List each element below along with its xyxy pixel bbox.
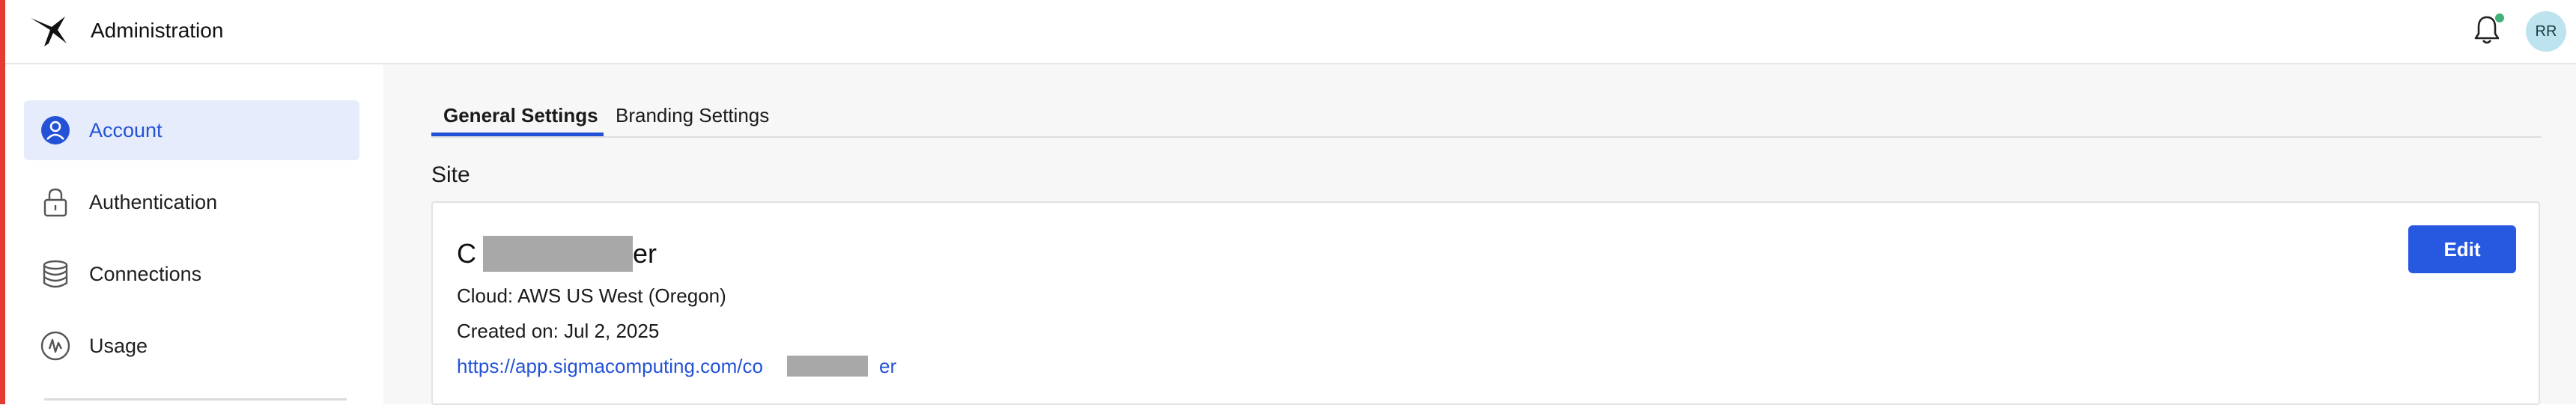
sidebar: Account Authentication Connections Usage (5, 64, 383, 404)
bird-logo-icon[interactable] (28, 13, 70, 49)
notification-dot (2495, 13, 2504, 22)
sidebar-item-label: Authentication (89, 191, 218, 213)
app-title: Administration (91, 19, 224, 42)
site-card: C er Cloud: AWS US West (Oregon) Created… (431, 201, 2540, 405)
sidebar-item-label: Account (89, 119, 162, 141)
sidebar-item-usage[interactable]: Usage (24, 316, 359, 376)
left-accent-stripe (0, 0, 5, 404)
sidebar-item-account[interactable]: Account (24, 100, 359, 160)
site-name: C (457, 238, 476, 269)
edit-button[interactable]: Edit (2408, 225, 2516, 273)
cloud-info: Cloud: AWS US West (Oregon) (457, 284, 726, 307)
created-date: Created on: Jul 2, 2025 (457, 320, 660, 342)
redaction-block (483, 236, 633, 272)
site-name-suffix: er (633, 238, 657, 269)
tab-general-settings[interactable]: General Settings (443, 94, 598, 136)
avatar[interactable]: RR (2526, 11, 2566, 52)
tab-branding-settings[interactable]: Branding Settings (616, 94, 769, 136)
usage-gauge-icon (40, 331, 70, 361)
site-url-link-suffix[interactable]: er (879, 353, 896, 380)
site-url-link[interactable]: https://app.sigmacomputing.com/co (457, 353, 763, 380)
sidebar-item-label: Connections (89, 263, 202, 285)
sidebar-item-connections[interactable]: Connections (24, 244, 359, 304)
redaction-block (787, 356, 868, 377)
lock-icon (43, 188, 67, 217)
top-header: Administration RR (5, 0, 2576, 64)
sidebar-item-authentication[interactable]: Authentication (24, 172, 359, 232)
settings-tabs: General Settings Branding Settings (431, 94, 2542, 138)
sidebar-item-label: Usage (89, 335, 148, 357)
user-circle-icon (41, 116, 70, 144)
site-section-title: Site (431, 162, 470, 187)
active-tab-indicator (431, 133, 604, 136)
database-icon (43, 260, 68, 288)
main-content: General Settings Branding Settings Site … (383, 64, 2576, 405)
sidebar-divider (44, 398, 347, 401)
